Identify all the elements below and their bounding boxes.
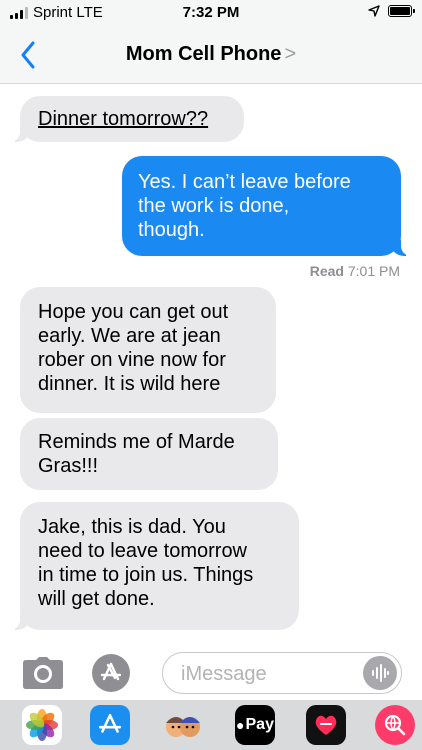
chevron-right-icon: >: [284, 43, 297, 65]
memoji-app-button[interactable]: [162, 705, 202, 745]
message-text: Dinner tomorrow??: [38, 108, 209, 130]
message-bubble-outgoing[interactable]: Yes. I can’t leave before the work is do…: [122, 156, 416, 256]
message-text: Jake, this is dad. You need to leave tom…: [38, 516, 254, 610]
message-text: Yes. I can’t leave before the work is do…: [138, 171, 351, 241]
message-text: Hope you can get out early. We are at je…: [38, 301, 229, 395]
apple-pay-app-button[interactable]: ● Pay: [235, 705, 275, 745]
app-store-app-button[interactable]: [90, 705, 130, 745]
apple-pay-label: Pay: [245, 716, 274, 733]
apple-logo-icon: ●: [236, 717, 245, 733]
read-receipt: Read 7:01 PM: [310, 263, 400, 279]
battery-icon: [388, 5, 415, 17]
message-bubble-incoming[interactable]: Hope you can get out early. We are at je…: [20, 287, 276, 413]
message-bubble-incoming[interactable]: Reminds me of Marde Gras!!!: [20, 418, 278, 490]
message-bubble-incoming[interactable]: Jake, this is dad. You need to leave tom…: [5, 502, 299, 630]
audio-message-button[interactable]: [363, 656, 397, 690]
message-text: Reminds me of Marde Gras!!!: [38, 431, 235, 477]
read-label: Read: [309, 263, 344, 279]
message-bubble-incoming[interactable]: Dinner tomorrow??: [5, 96, 244, 142]
app-drawer: ● Pay: [0, 700, 422, 750]
photos-app-button[interactable]: [22, 705, 62, 745]
waveform-icon: [372, 664, 389, 682]
location-arrow-icon: [368, 5, 380, 17]
message-field[interactable]: [162, 652, 402, 694]
message-input[interactable]: [181, 662, 351, 686]
camera-button[interactable]: [22, 656, 64, 690]
app-store-icon: [100, 662, 122, 681]
contact-name-button[interactable]: Mom Cell Phone >: [0, 43, 422, 66]
digital-touch-icon: [315, 715, 337, 735]
message-input-bar: [0, 648, 422, 700]
contact-name: Mom Cell Phone: [125, 43, 282, 65]
status-time: 7:32 PM: [182, 4, 240, 21]
conversation-header: Mom Cell Phone >: [0, 26, 422, 84]
digital-touch-app-button[interactable]: [306, 705, 346, 745]
status-indicators: [368, 5, 415, 17]
web-search-icon: [384, 714, 406, 736]
memoji-icon: [166, 717, 200, 737]
camera-icon: [23, 657, 63, 689]
status-bar: Sprint LTE 7:32 PM: [0, 0, 422, 26]
read-time: 7:01 PM: [347, 263, 400, 279]
photos-icon: [26, 709, 58, 741]
app-store-button[interactable]: [92, 654, 130, 692]
web-search-app-button[interactable]: [375, 705, 415, 745]
app-store-icon: [98, 713, 122, 733]
